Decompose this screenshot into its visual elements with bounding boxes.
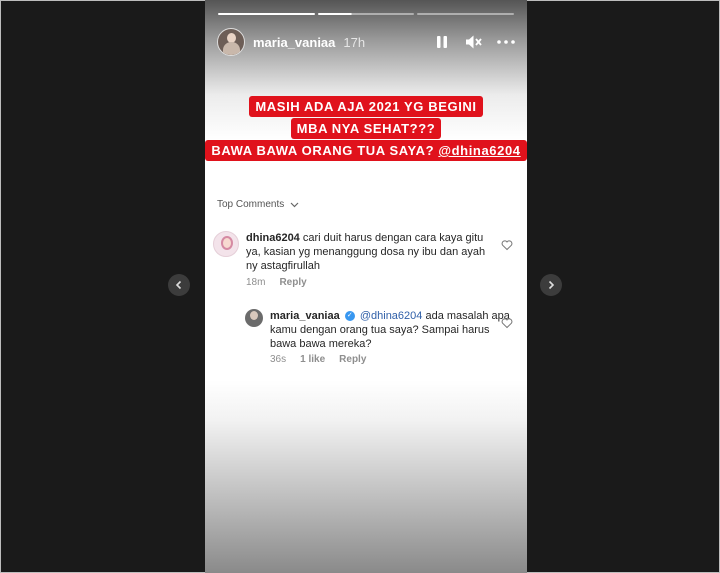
caption-line: MBA NYA SEHAT??? (290, 118, 442, 139)
verified-icon: ✓ (344, 311, 355, 322)
mute-icon (466, 35, 482, 49)
next-story-button[interactable] (540, 274, 562, 296)
progress-segment (218, 13, 315, 15)
mute-button[interactable] (465, 33, 483, 51)
previous-story-button[interactable] (168, 274, 190, 296)
heart-icon[interactable] (501, 317, 513, 329)
caption-text: BAWA BAWA ORANG TUA SAYA? (211, 143, 439, 158)
comment-username[interactable]: maria_vaniaa (270, 310, 340, 322)
chevron-right-icon (548, 280, 555, 290)
story-panel[interactable]: maria_vaniaa 17h MASIH ADA AJA 2021 YG B… (205, 0, 527, 573)
progress-segment (417, 13, 515, 15)
chevron-down-icon (290, 202, 299, 207)
progress-segment (317, 13, 415, 15)
comment-username[interactable]: dhina6204 (246, 232, 300, 244)
chevron-left-icon (175, 280, 182, 290)
story-progress (218, 13, 515, 15)
caption-line: MASIH ADA AJA 2021 YG BEGINI (249, 96, 483, 117)
pause-icon (437, 36, 447, 48)
story-header: maria_vaniaa 17h (217, 28, 515, 56)
more-options-button[interactable] (497, 33, 515, 51)
comment-mention[interactable]: @dhina6204 (360, 310, 423, 322)
avatar[interactable] (213, 231, 239, 257)
reply-button[interactable]: Reply (339, 353, 366, 367)
reply-button[interactable]: Reply (279, 276, 306, 290)
top-comments-label: Top Comments (217, 199, 285, 210)
story-time: 17h (343, 34, 366, 50)
avatar[interactable] (217, 28, 245, 56)
story-username[interactable]: maria_vaniaa (253, 35, 335, 50)
heart-icon[interactable] (501, 239, 513, 251)
pause-button[interactable] (433, 33, 451, 51)
likes-count[interactable]: 1 like (300, 353, 325, 367)
top-comments-toggle[interactable]: Top Comments (217, 199, 299, 210)
comment-time: 36s (270, 354, 287, 365)
more-icon (497, 40, 515, 44)
story-captions: MASIH ADA AJA 2021 YG BEGINI MBA NYA SEH… (205, 96, 527, 162)
comment-time: 18m (246, 277, 266, 288)
caption-mention[interactable]: @dhina6204 (438, 143, 520, 158)
avatar[interactable] (245, 309, 263, 327)
caption-line: BAWA BAWA ORANG TUA SAYA? @dhina6204 (205, 140, 527, 161)
